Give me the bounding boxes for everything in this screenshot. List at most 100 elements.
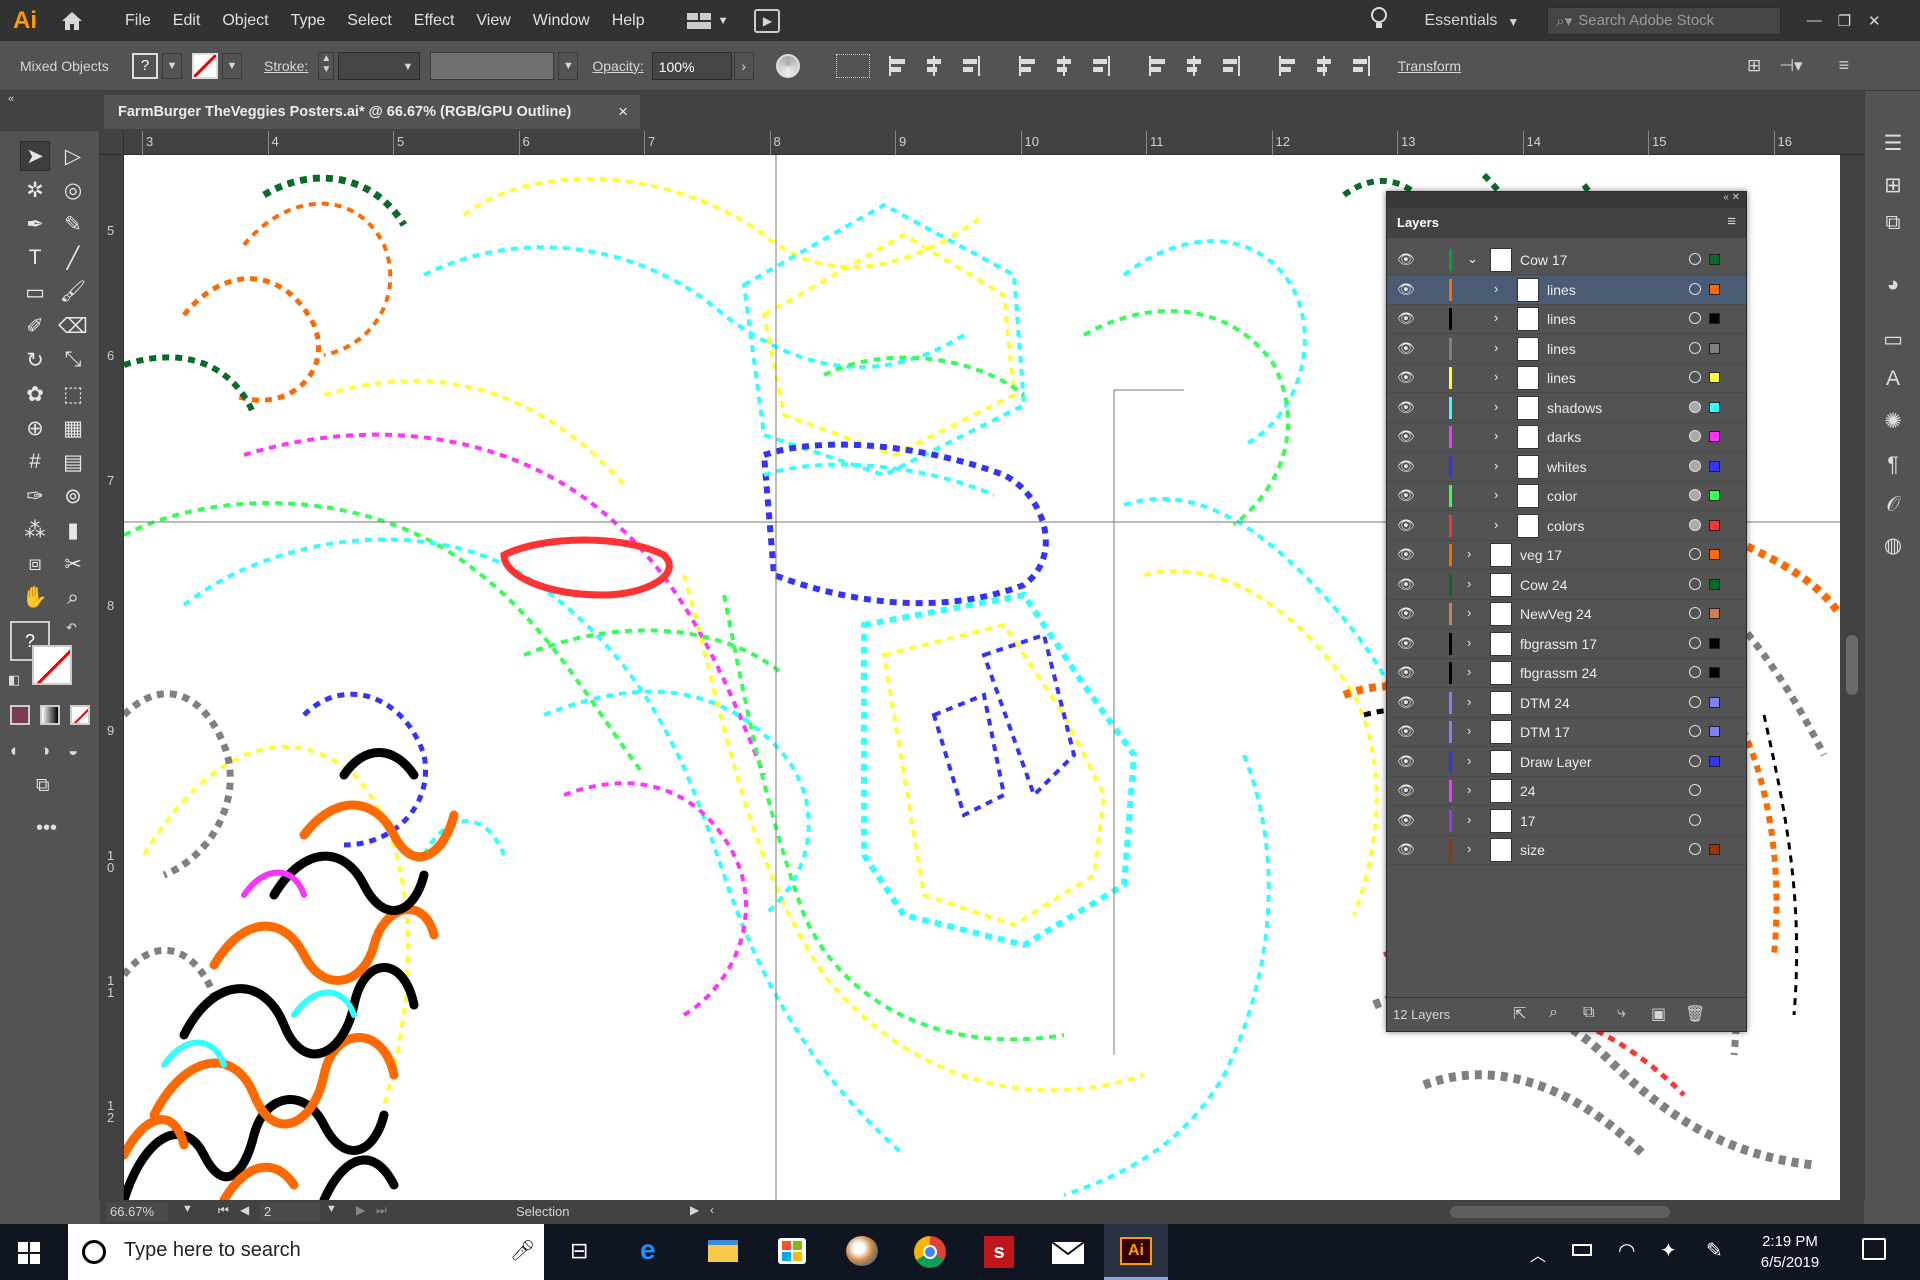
layer-row[interactable]: 👁︎ › colors — [1387, 512, 1746, 541]
align-left-icon[interactable] — [888, 54, 910, 78]
character-icon[interactable]: A — [1879, 365, 1907, 393]
new-layer-icon[interactable]: ▣ — [1651, 1004, 1666, 1024]
layer-row[interactable]: 👁︎ › Draw Layer — [1387, 748, 1746, 777]
chevron-right-icon[interactable]: › — [1467, 723, 1471, 738]
layer-name[interactable]: size — [1520, 842, 1545, 858]
recolor-artwork-icon[interactable] — [775, 53, 800, 78]
stroke-color-swatch[interactable] — [32, 645, 72, 685]
layer-row[interactable]: 👁︎ › lines — [1387, 305, 1746, 334]
free-transform-tool-icon[interactable]: ⬚ — [58, 379, 88, 409]
selection-color-square[interactable] — [1709, 342, 1720, 354]
next-artboard-button[interactable]: ▶ — [356, 1203, 365, 1217]
symbol-sprayer-tool-icon[interactable]: ⁂ — [20, 515, 50, 545]
pathfinder-icon[interactable]: ⧉ — [1879, 209, 1907, 237]
layer-row[interactable]: 👁︎ › veg 17 — [1387, 541, 1746, 570]
task-view-icon[interactable]: ⊟ — [570, 1238, 588, 1264]
shape-builder-tool-icon[interactable]: ⊕ — [20, 413, 50, 443]
default-colors-icon[interactable]: ◧ — [8, 671, 20, 688]
pen-tool-icon[interactable]: ✒ — [20, 209, 50, 239]
status-menu-button[interactable]: ▶ — [690, 1203, 699, 1217]
layer-name[interactable]: DTM 24 — [1520, 695, 1570, 711]
chevron-right-icon[interactable]: › — [1494, 487, 1498, 502]
selection-color-square[interactable] — [1709, 578, 1720, 590]
chevron-right-icon[interactable]: › — [1467, 782, 1471, 797]
target-icon[interactable] — [1689, 695, 1701, 708]
target-icon[interactable] — [1689, 666, 1701, 678]
start-button[interactable] — [18, 1242, 40, 1264]
microphone-icon[interactable]: 🎤︎ — [510, 1238, 535, 1263]
menu-select[interactable]: Select — [336, 0, 402, 41]
selection-color-square[interactable] — [1709, 608, 1720, 619]
screen-mode-icon[interactable]: ⧉ — [36, 775, 50, 797]
layer-name[interactable]: lines — [1547, 370, 1576, 386]
curvature-tool-icon[interactable]: ✎ — [58, 209, 88, 239]
eye-icon[interactable]: 👁︎ — [1397, 576, 1415, 593]
minimize-button[interactable]: — — [1799, 12, 1829, 29]
artboard-number-input[interactable]: 2 — [260, 1202, 320, 1222]
vertical-ruler[interactable]: 5 6 7 8 9 10 11 12 — [100, 155, 124, 1200]
draw-inside-icon[interactable]: ◒ — [68, 741, 78, 761]
layer-row[interactable]: 👁︎ › DTM 17 — [1387, 718, 1746, 747]
layer-name[interactable]: Cow 24 — [1520, 577, 1567, 593]
zoom-input[interactable]: 66.67% — [106, 1202, 168, 1222]
chevron-right-icon[interactable]: › — [1494, 340, 1498, 355]
chevron-right-icon[interactable]: › — [1494, 369, 1498, 384]
layer-row[interactable]: 👁︎ › lines — [1387, 275, 1746, 305]
stroke-weight-input[interactable]: ▼ — [338, 51, 421, 80]
home-icon[interactable] — [50, 0, 94, 41]
layer-name[interactable]: fbgrassm 17 — [1520, 636, 1597, 652]
eye-icon[interactable]: 👁︎ — [1397, 753, 1415, 770]
layer-row[interactable]: 👁︎ › fbgrassm 24 — [1387, 659, 1746, 688]
eye-icon[interactable]: 👁︎ — [1397, 281, 1415, 298]
layer-row[interactable]: 👁︎ › DTM 24 — [1387, 689, 1746, 718]
gradient-panel-icon[interactable]: ▭ — [1879, 325, 1907, 353]
chevron-right-icon[interactable]: › — [1467, 664, 1471, 679]
mesh-tool-icon[interactable]: # — [20, 447, 50, 477]
eye-icon[interactable]: 👁︎ — [1397, 841, 1415, 858]
chevron-right-icon[interactable]: › — [1467, 753, 1471, 768]
menu-type[interactable]: Type — [280, 0, 337, 41]
eye-icon[interactable]: 👁︎ — [1397, 369, 1415, 386]
line-tool-icon[interactable]: ╱ — [58, 243, 88, 273]
export-icon[interactable]: ⇱ — [1513, 1004, 1526, 1024]
selection-color-square[interactable] — [1709, 667, 1720, 678]
chevron-right-icon[interactable]: › — [1494, 458, 1498, 473]
distribute-right-icon[interactable] — [1350, 54, 1372, 78]
eye-icon[interactable]: 👁︎ — [1397, 664, 1415, 681]
target-icon[interactable] — [1689, 459, 1701, 472]
menu-view[interactable]: View — [465, 0, 521, 41]
hand-tool-icon[interactable]: ✋ — [20, 583, 50, 613]
selection-color-square[interactable] — [1709, 755, 1720, 767]
zoom-tool-icon[interactable]: ⌕ — [58, 583, 88, 613]
target-icon[interactable] — [1689, 371, 1701, 383]
locate-object-icon[interactable]: ⌕ — [1549, 1004, 1558, 1022]
target-icon[interactable] — [1689, 725, 1701, 737]
horizontal-scrollbar[interactable]: ‹ — [710, 1203, 1810, 1221]
eye-icon[interactable]: 👁︎ — [1397, 694, 1415, 711]
menu-object[interactable]: Object — [211, 0, 279, 41]
scroll-left-button[interactable]: ‹ — [710, 1203, 714, 1217]
layer-name[interactable]: color — [1547, 488, 1577, 504]
color-guide-icon[interactable]: ◕ — [1879, 271, 1907, 299]
selection-color-square[interactable] — [1709, 460, 1720, 472]
target-icon[interactable] — [1689, 813, 1701, 826]
illustrator-taskbar-button[interactable]: Ai — [1104, 1224, 1168, 1280]
eye-icon[interactable]: 👁︎ — [1397, 340, 1415, 357]
workspace-switcher[interactable]: Essentials ▼ — [1424, 12, 1519, 30]
layer-row[interactable]: 👁︎ › shadows — [1387, 394, 1746, 423]
close-tab-button[interactable]: × — [618, 95, 628, 129]
menu-file[interactable]: File — [114, 0, 162, 41]
shaper-tool-icon[interactable]: ✐ — [20, 311, 50, 341]
none-mode-icon[interactable] — [70, 705, 90, 725]
vertical-scrollbar[interactable] — [1840, 155, 1864, 1200]
layer-name[interactable]: DTM 17 — [1520, 724, 1570, 740]
layer-row[interactable]: 👁︎ › darks — [1387, 423, 1746, 452]
menu-help[interactable]: Help — [601, 0, 656, 41]
layer-row[interactable]: 👁︎ › size — [1387, 836, 1746, 865]
eyedropper-tool-icon[interactable]: ✑ — [20, 481, 50, 511]
selection-color-square[interactable] — [1709, 637, 1720, 649]
eye-icon[interactable]: 👁︎ — [1397, 812, 1415, 829]
layer-row[interactable]: 👁︎ › color — [1387, 482, 1746, 511]
direct-selection-tool-icon[interactable]: ▷ — [58, 141, 88, 171]
chevron-right-icon[interactable]: › — [1494, 428, 1498, 443]
